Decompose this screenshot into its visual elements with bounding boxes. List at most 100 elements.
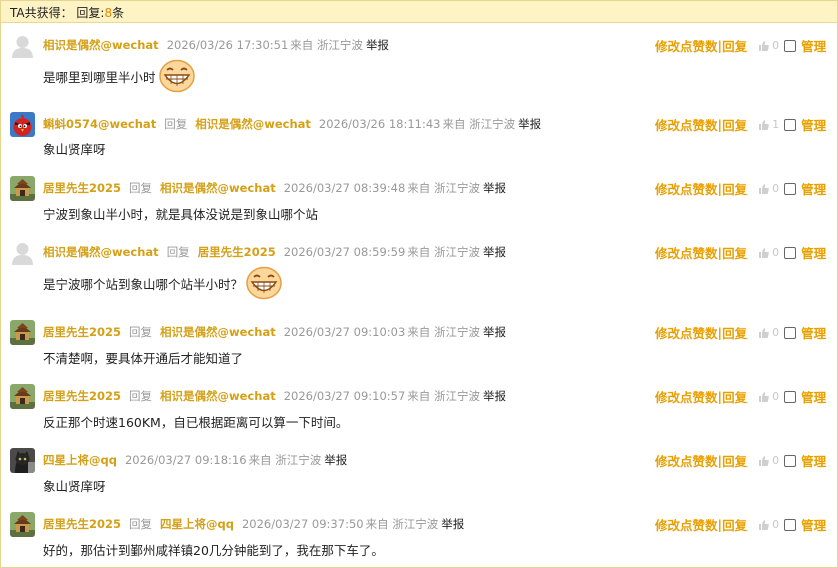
- like-count: 0: [772, 454, 780, 467]
- username-link[interactable]: 四星上将@qq: [43, 453, 117, 467]
- report-link[interactable]: 举报: [483, 389, 506, 403]
- manage-link[interactable]: 管理: [801, 36, 826, 55]
- select-checkbox[interactable]: [784, 118, 797, 131]
- reply-text: 宁波到象山半小时，就是具体没说是到象山哪个站: [43, 207, 319, 222]
- like-button[interactable]: 0: [759, 326, 779, 339]
- username-link[interactable]: 蝌蚪0574@wechat: [43, 117, 156, 131]
- select-checkbox[interactable]: [784, 326, 797, 339]
- reply-word: 回复: [166, 245, 190, 259]
- thumb-up-icon: [759, 327, 769, 338]
- manage-link[interactable]: 管理: [801, 387, 826, 406]
- reply-to-link[interactable]: 相识是偶然@wechat: [160, 181, 276, 195]
- manage-link[interactable]: 管理: [801, 179, 826, 198]
- reply-content: 反正那个时速160KM，自已根据距离可以算一下时间。: [43, 412, 348, 431]
- username-link[interactable]: 居里先生2025: [43, 325, 121, 339]
- reply-text: 不清楚啊，要具体开通后才能知道了: [43, 351, 244, 366]
- reply-to-link[interactable]: 相识是偶然@wechat: [160, 389, 276, 403]
- like-count: 1: [772, 118, 780, 131]
- edit-likes-link[interactable]: 修改点赞数: [655, 387, 718, 406]
- avatar-bird-icon[interactable]: [10, 112, 35, 137]
- like-button[interactable]: 0: [759, 390, 779, 403]
- reply-link[interactable]: 回复: [722, 115, 747, 134]
- reply-content: 是宁波哪个站到象山哪个站半小时？: [43, 266, 283, 300]
- timestamp: 2026/03/27 09:37:50: [241, 517, 364, 531]
- select-checkbox[interactable]: [784, 39, 797, 52]
- reply-content: 不清楚啊，要具体开通后才能知道了: [43, 348, 243, 367]
- select-checkbox[interactable]: [784, 454, 797, 467]
- select-checkbox[interactable]: [784, 182, 797, 195]
- manage-link[interactable]: 管理: [801, 451, 826, 470]
- avatar-temple-icon[interactable]: [10, 176, 35, 201]
- avatar-default-icon[interactable]: [10, 240, 35, 265]
- reply-text: 反正那个时速160KM，自已根据距离可以算一下时间。: [43, 415, 349, 430]
- reply-to-link[interactable]: 居里先生2025: [198, 245, 276, 259]
- username-link[interactable]: 相识是偶然@wechat: [43, 245, 159, 259]
- like-button[interactable]: 0: [759, 454, 779, 467]
- reply-text: 是宁波哪个站到象山哪个站半小时？: [43, 276, 244, 292]
- timestamp: 2026/03/26 17:30:51: [166, 38, 289, 52]
- select-checkbox[interactable]: [784, 518, 797, 531]
- report-link[interactable]: 举报: [441, 517, 464, 531]
- like-button[interactable]: 0: [759, 182, 779, 195]
- avatar-temple-icon[interactable]: [10, 512, 35, 537]
- report-link[interactable]: 举报: [483, 325, 506, 339]
- location: 来自 浙江宁波: [365, 517, 439, 531]
- location: 来自 浙江宁波: [407, 389, 480, 403]
- timestamp: 2026/03/27 08:39:48: [283, 181, 406, 195]
- edit-likes-link[interactable]: 修改点赞数: [655, 515, 718, 534]
- report-link[interactable]: 举报: [518, 117, 541, 131]
- report-link[interactable]: 举报: [366, 38, 389, 52]
- reply-link[interactable]: 回复: [722, 451, 747, 470]
- edit-likes-link[interactable]: 修改点赞数: [655, 243, 718, 262]
- like-button[interactable]: 0: [759, 246, 779, 259]
- reply-link[interactable]: 回复: [722, 179, 747, 198]
- reply-link[interactable]: 回复: [722, 36, 747, 55]
- location: 来自 浙江宁波: [248, 453, 322, 467]
- timestamp: 2026/03/26 18:11:43: [318, 117, 441, 131]
- manage-link[interactable]: 管理: [801, 115, 826, 134]
- manage-link[interactable]: 管理: [801, 243, 826, 262]
- reply-to-link[interactable]: 四星上将@qq: [160, 517, 234, 531]
- reply-link[interactable]: 回复: [722, 323, 747, 342]
- report-link[interactable]: 举报: [483, 181, 506, 195]
- reply-link[interactable]: 回复: [722, 387, 747, 406]
- reply-text: 是哪里到哪里半小时: [43, 69, 156, 85]
- reply-word: 回复: [164, 117, 188, 131]
- username-link[interactable]: 居里先生2025: [43, 181, 121, 195]
- username-link[interactable]: 相识是偶然@wechat: [43, 38, 159, 52]
- edit-likes-link[interactable]: 修改点赞数: [655, 323, 718, 342]
- like-button[interactable]: 0: [759, 518, 779, 531]
- avatar-temple-icon[interactable]: [10, 320, 35, 345]
- manage-link[interactable]: 管理: [801, 323, 826, 342]
- like-button[interactable]: 1: [759, 118, 779, 131]
- edit-likes-link[interactable]: 修改点赞数: [655, 451, 718, 470]
- select-checkbox[interactable]: [784, 390, 797, 403]
- report-link[interactable]: 举报: [324, 453, 347, 467]
- edit-likes-link[interactable]: 修改点赞数: [655, 179, 718, 198]
- reply-word: 回复: [129, 181, 153, 195]
- reply-content: 好的，那估计到鄞州咸祥镇20几分钟能到了，我在那下车了。: [43, 540, 384, 559]
- avatar-default-icon[interactable]: [10, 33, 35, 58]
- reply-content: 象山贤庠呀: [43, 476, 106, 495]
- location: 来自 浙江宁波: [407, 325, 480, 339]
- username-link[interactable]: 居里先生2025: [43, 389, 121, 403]
- reply-count: 8: [104, 6, 113, 20]
- reply-link[interactable]: 回复: [722, 243, 747, 262]
- reply-text: 象山贤庠呀: [43, 479, 106, 494]
- reply-content: 是哪里到哪里半小时: [43, 59, 196, 93]
- reply-to-link[interactable]: 相识是偶然@wechat: [160, 325, 276, 339]
- avatar-cat-icon[interactable]: [10, 448, 35, 473]
- like-button[interactable]: 0: [759, 39, 779, 52]
- avatar-temple-icon[interactable]: [10, 384, 35, 409]
- manage-link[interactable]: 管理: [801, 515, 826, 534]
- select-checkbox[interactable]: [784, 246, 797, 259]
- edit-likes-link[interactable]: 修改点赞数: [655, 115, 718, 134]
- report-link[interactable]: 举报: [483, 245, 506, 259]
- reply-to-link[interactable]: 相识是偶然@wechat: [195, 117, 311, 131]
- reply-word: 回复: [129, 325, 153, 339]
- reply-link[interactable]: 回复: [722, 515, 747, 534]
- like-count: 0: [772, 518, 780, 531]
- edit-likes-link[interactable]: 修改点赞数: [655, 36, 718, 55]
- summary-suffix: 条: [112, 6, 125, 20]
- username-link[interactable]: 居里先生2025: [43, 517, 121, 531]
